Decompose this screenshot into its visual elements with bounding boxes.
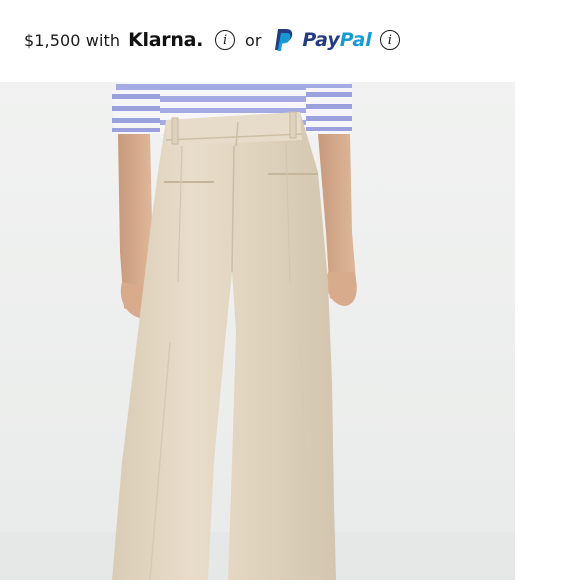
- paypal-info-icon[interactable]: i: [379, 30, 400, 50]
- paypal-p-mark-icon: [275, 29, 293, 51]
- installment-price-text: $1,500 with: [24, 30, 121, 50]
- product-photo-back-view-wide-leg-pants: [0, 82, 515, 581]
- or-separator: or: [245, 30, 262, 50]
- paypal-logo-pay: Pay: [302, 29, 340, 51]
- paypal-logo-pal: Pal: [339, 29, 372, 51]
- payment-options-bar: $1,500 with Klarna. i or PayPal i: [24, 24, 400, 56]
- paypal-logo: PayPal: [302, 29, 371, 51]
- klarna-info-icon[interactable]: i: [215, 30, 236, 50]
- klarna-logo: Klarna.: [128, 29, 204, 51]
- product-image[interactable]: [0, 82, 515, 581]
